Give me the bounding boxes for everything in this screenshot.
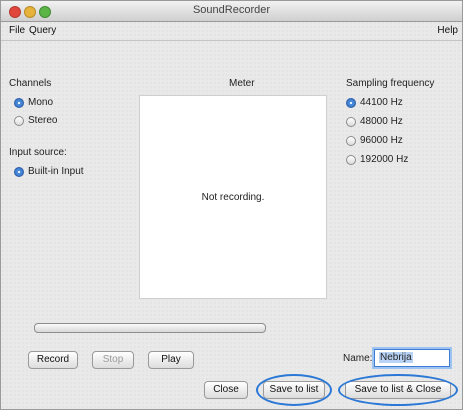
radio-stereo-label: Stereo [28, 115, 58, 126]
close-button[interactable]: Close [204, 381, 248, 399]
meter-label: Meter [229, 78, 255, 89]
radio-stereo[interactable]: Stereo [14, 115, 57, 126]
radio-44100[interactable]: 44100 Hz [346, 97, 403, 108]
play-button[interactable]: Play [148, 351, 194, 369]
radio-96000[interactable]: 96000 Hz [346, 135, 403, 146]
radio-built-in-input-label: Built-in Input [28, 166, 84, 177]
sound-recorder-window: SoundRecorder File Query Help Channels M… [0, 0, 463, 410]
input-source-label: Input source: [9, 147, 67, 158]
name-label: Name: [343, 353, 373, 364]
meter-panel: Not recording. [139, 95, 327, 299]
menu-query[interactable]: Query [29, 25, 56, 36]
radio-96000-label: 96000 Hz [360, 135, 403, 146]
radio-mono[interactable]: Mono [14, 97, 53, 108]
radio-48000[interactable]: 48000 Hz [346, 116, 403, 127]
radio-48000-indicator[interactable] [346, 116, 356, 127]
menu-help[interactable]: Help [437, 25, 458, 36]
radio-built-in-input[interactable]: Built-in Input [14, 166, 84, 177]
radio-mono-indicator[interactable] [14, 97, 24, 108]
radio-44100-indicator[interactable] [346, 97, 356, 108]
radio-mono-label: Mono [28, 97, 54, 108]
radio-192000-label: 192000 Hz [360, 154, 409, 165]
save-to-list-button[interactable]: Save to list [263, 381, 325, 399]
window-title: SoundRecorder [192, 4, 271, 16]
radio-96000-indicator[interactable] [346, 135, 356, 146]
save-to-list-and-close-button[interactable]: Save to list & Close [345, 381, 451, 399]
stop-button[interactable]: Stop [92, 351, 134, 369]
title-bar[interactable]: SoundRecorder [1, 1, 462, 22]
radio-44100-label: 44100 Hz [360, 97, 403, 108]
radio-192000[interactable]: 192000 Hz [346, 154, 408, 165]
sampling-frequency-label: Sampling frequency [346, 78, 435, 89]
name-input-value: Nebrija [379, 352, 413, 363]
menu-bar: File Query Help [1, 22, 462, 41]
recording-progress-bar [34, 323, 266, 333]
meter-status: Not recording. [201, 192, 265, 203]
radio-stereo-indicator[interactable] [14, 115, 24, 126]
channels-label: Channels [9, 78, 52, 89]
record-button[interactable]: Record [28, 351, 78, 369]
radio-built-in-input-indicator[interactable] [14, 166, 24, 177]
radio-192000-indicator[interactable] [346, 154, 356, 165]
menu-file[interactable]: File [9, 25, 25, 36]
radio-48000-label: 48000 Hz [360, 116, 403, 127]
name-input[interactable]: Nebrija [374, 349, 450, 367]
